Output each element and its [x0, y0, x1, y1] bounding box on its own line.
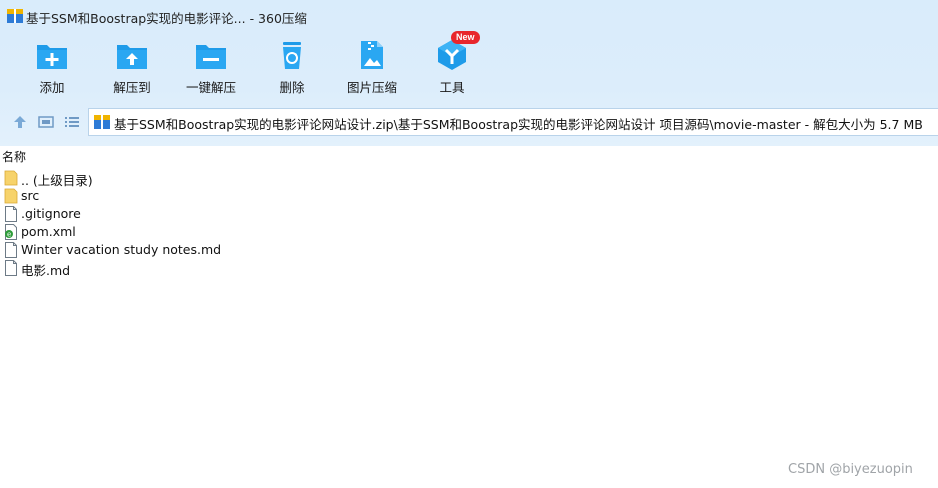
list-item-pom-xml[interactable]: e pom.xml — [0, 223, 400, 241]
extract-to-label: 解压到 — [113, 80, 151, 95]
image-compress-icon — [361, 41, 383, 69]
thumbnail-view-icon[interactable] — [38, 114, 54, 130]
image-compress-label: 图片压缩 — [346, 80, 397, 95]
one-click-extract-icon — [196, 45, 226, 69]
image-compress-button[interactable]: 图片压缩 — [332, 36, 412, 98]
list-item-winter-notes[interactable]: Winter vacation study notes.md — [0, 241, 400, 259]
list-item-parent-dir[interactable]: .. (上级目录) — [0, 169, 400, 188]
top-panel: 基于SSM和Boostrap实现的电影评论... - 360压缩 添加 解压到 — [0, 0, 938, 146]
one-click-extract-button[interactable]: 一键解压 — [171, 36, 251, 98]
file-name: pom.xml — [21, 224, 76, 239]
archive-app-icon — [7, 9, 23, 23]
folder-icon — [4, 188, 18, 204]
file-name: src — [21, 188, 40, 203]
column-name-label: 名称 — [2, 150, 27, 164]
column-header-name[interactable]: 名称 — [0, 146, 938, 164]
delete-label: 删除 — [279, 80, 305, 95]
address-path: 基于SSM和Boostrap实现的电影评论网站设计.zip\基于SSM和Boos… — [114, 117, 923, 132]
tools-label: 工具 — [439, 80, 465, 95]
file-icon — [5, 242, 17, 258]
address-bar[interactable]: 基于SSM和Boostrap实现的电影评论网站设计.zip\基于SSM和Boos… — [88, 108, 938, 136]
svg-text:e: e — [7, 231, 11, 239]
file-name: .gitignore — [21, 206, 81, 221]
file-name: Winter vacation study notes.md — [21, 242, 222, 257]
add-icon — [37, 45, 67, 69]
tools-button[interactable]: 工具 — [412, 36, 492, 98]
folder-icon — [4, 170, 18, 186]
file-icon — [5, 260, 17, 276]
toolbar: 添加 解压到 一键解压 删除 图片压缩 工具 — [0, 36, 938, 100]
list-item-src[interactable]: src — [0, 187, 400, 205]
list-view-icon[interactable] — [64, 114, 80, 130]
file-name: 电影.md — [21, 263, 71, 278]
extract-to-button[interactable]: 解压到 — [92, 36, 172, 98]
up-level-icon[interactable] — [12, 114, 28, 130]
archive-file-icon — [94, 115, 110, 129]
delete-button[interactable]: 删除 — [252, 36, 332, 98]
file-icon — [5, 206, 17, 222]
delete-icon — [283, 42, 301, 69]
add-label: 添加 — [39, 80, 65, 95]
add-button[interactable]: 添加 — [12, 36, 92, 98]
one-click-extract-label: 一键解压 — [185, 80, 236, 95]
extract-to-icon — [117, 45, 147, 69]
watermark: CSDN @biyezuopin — [788, 462, 913, 477]
xml-file-icon: e — [5, 224, 17, 240]
new-badge: New — [451, 31, 480, 44]
list-item-gitignore[interactable]: .gitignore — [0, 205, 400, 223]
navigation-bar: 基于SSM和Boostrap实现的电影评论网站设计.zip\基于SSM和Boos… — [0, 106, 938, 138]
window-title: 基于SSM和Boostrap实现的电影评论... - 360压缩 — [26, 11, 307, 26]
list-item-movie-md[interactable]: 电影.md — [0, 259, 400, 278]
title-bar: 基于SSM和Boostrap实现的电影评论... - 360压缩 — [0, 0, 938, 32]
